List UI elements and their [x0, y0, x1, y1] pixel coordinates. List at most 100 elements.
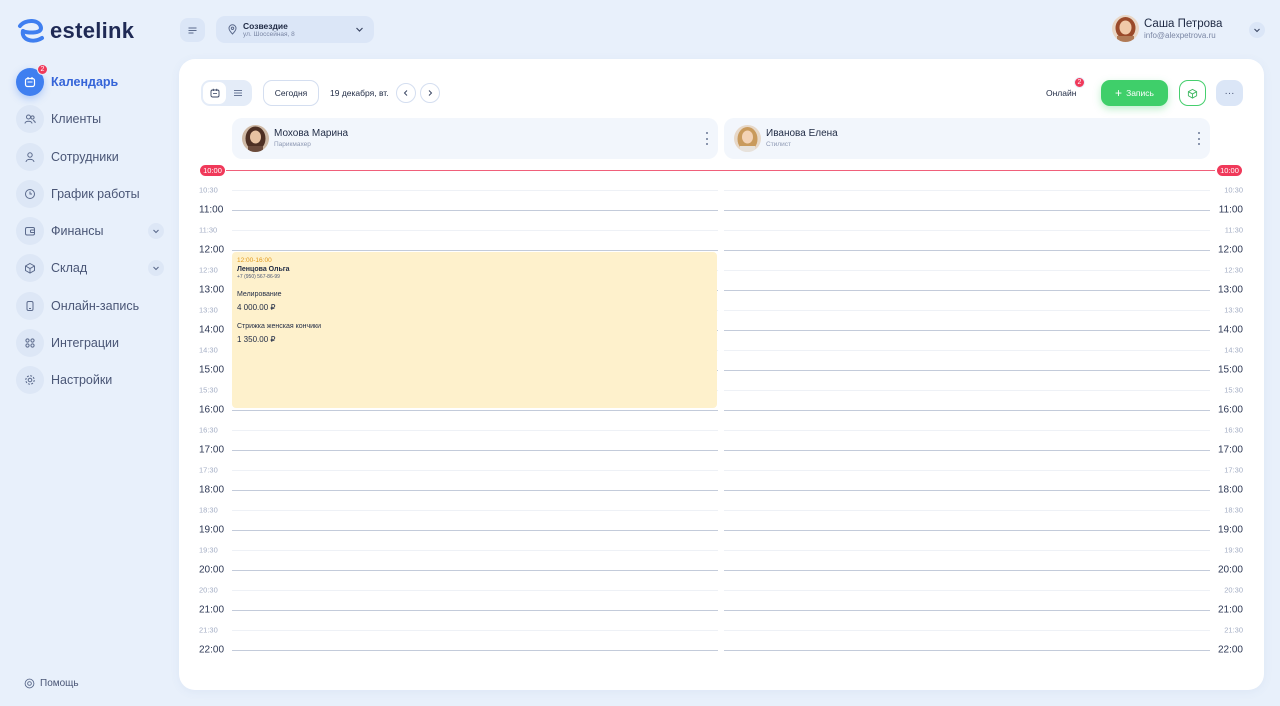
time-label: 11:00	[199, 204, 224, 216]
kebab-menu-icon[interactable]	[1196, 132, 1202, 145]
time-label: 17:30	[1224, 465, 1243, 475]
plus-icon: +	[1115, 86, 1123, 100]
time-label: 19:30	[199, 545, 218, 555]
time-label: 21:30	[199, 625, 218, 635]
current-time-tag-left: 10:00	[200, 165, 225, 176]
list-view-button[interactable]	[226, 82, 249, 104]
more-options-button[interactable]: ···	[1216, 80, 1243, 106]
time-slot-line	[724, 390, 1210, 391]
sidebar-item-label: Финансы	[51, 224, 104, 239]
warehouse-button[interactable]	[1179, 80, 1206, 106]
current-time-tag-right: 10:00	[1217, 165, 1242, 176]
appointment-service: Стрижка женская кончики	[237, 323, 322, 330]
sidebar-item-label: Клиенты	[51, 112, 102, 127]
time-slot-line	[724, 410, 1210, 411]
time-slot-line	[232, 530, 718, 531]
time-slot-line	[724, 510, 1210, 511]
time-label: 15:00	[1217, 364, 1243, 376]
sidebar-item-label: Онлайн-запись	[51, 298, 140, 313]
time-slot-line	[232, 210, 718, 211]
time-label: 14:30	[199, 345, 218, 355]
sidebar-item-online-booking[interactable]: Онлайн-запись	[16, 291, 164, 320]
time-label: 20:00	[199, 564, 225, 576]
staff-role: Парикмахер	[274, 141, 311, 148]
sidebar-item-calendar[interactable]: 2 Календарь	[16, 64, 164, 96]
time-label: 20:00	[1217, 564, 1243, 576]
time-slot-line	[724, 230, 1210, 231]
location-name: Созвездие	[243, 20, 288, 31]
user-icon	[16, 142, 44, 171]
chevron-down-icon[interactable]	[148, 223, 164, 240]
time-slot-line	[232, 650, 718, 651]
time-slot-line	[232, 550, 718, 551]
wallet-icon	[16, 217, 44, 246]
staff-column-header[interactable]: Иванова Елена Стилист	[724, 118, 1210, 159]
sidebar-item-employees[interactable]: Сотрудники	[16, 142, 164, 171]
time-label: 12:00	[1217, 244, 1243, 256]
time-label: 11:00	[1218, 204, 1243, 216]
sidebar-item-settings[interactable]: Настройки	[16, 366, 164, 395]
staff-name: Мохова Марина	[274, 128, 349, 139]
time-slot-line	[232, 250, 718, 251]
time-slot-line	[724, 430, 1210, 431]
time-label: 15:30	[1224, 385, 1243, 395]
time-label: 19:00	[199, 524, 225, 536]
help-icon	[24, 678, 35, 689]
time-slot-line	[232, 430, 718, 431]
calendar-badge: 2	[37, 64, 48, 75]
today-button[interactable]: Сегодня	[263, 80, 319, 106]
current-date: 19 декабря, вт.	[330, 88, 389, 98]
staff-role: Стилист	[766, 141, 791, 148]
time-label: 13:00	[199, 284, 225, 296]
time-label: 15:30	[199, 385, 218, 395]
time-slot-line	[232, 630, 718, 631]
next-day-button[interactable]	[420, 83, 440, 103]
time-label: 17:00	[1217, 444, 1243, 456]
staff-column-header[interactable]: Мохова Марина Парикмахер	[232, 118, 718, 159]
calendar-view-button[interactable]	[203, 82, 226, 104]
sidebar-item-warehouse[interactable]: Склад	[16, 254, 164, 283]
logo[interactable]: estelink	[16, 16, 134, 46]
sidebar-item-label: Склад	[51, 261, 88, 276]
chevron-down-icon[interactable]	[148, 260, 164, 277]
location-selector[interactable]: Созвездие ул. Шоссейная, 8	[216, 16, 374, 43]
time-label: 13:00	[1217, 284, 1243, 296]
avatar	[242, 125, 269, 152]
add-appointment-button[interactable]: + Запись	[1101, 80, 1168, 106]
help-link[interactable]: Помощь	[24, 678, 79, 689]
appointment-price: 1 350.00 ₽	[237, 335, 276, 344]
time-slot-line	[724, 370, 1210, 371]
sidebar-item-clients[interactable]: Клиенты	[16, 105, 164, 134]
time-label: 11:30	[1224, 225, 1243, 235]
time-label: 13:30	[199, 305, 218, 315]
sidebar-item-label: Сотрудники	[51, 149, 119, 164]
menu-icon	[188, 27, 197, 33]
time-label: 19:30	[1224, 545, 1243, 555]
online-bookings-link[interactable]: Онлайн	[1046, 88, 1076, 98]
brand-name: estelink	[50, 18, 135, 43]
time-label: 14:30	[1224, 345, 1243, 355]
time-label: 16:30	[199, 425, 218, 435]
time-slot-line	[232, 490, 718, 491]
prev-day-button[interactable]	[396, 83, 416, 103]
time-slot-line	[232, 410, 718, 411]
kebab-menu-icon[interactable]	[704, 132, 710, 145]
time-label: 10:30	[1224, 185, 1243, 195]
time-label: 16:00	[1217, 404, 1243, 416]
sidebar-item-label: Интеграции	[51, 336, 120, 351]
user-name: Саша Петрова	[1144, 17, 1223, 30]
time-slot-line	[232, 450, 718, 451]
time-slot-line	[724, 490, 1210, 491]
appointment-card[interactable]: 12:00-16:00 Ленцова Ольга +7 (950) 567-8…	[232, 252, 717, 408]
time-label: 12:30	[1224, 265, 1243, 275]
menu-toggle-button[interactable]	[180, 18, 205, 42]
users-icon	[16, 105, 44, 134]
user-menu-button[interactable]	[1249, 22, 1265, 38]
sidebar-item-schedule[interactable]: График работы	[16, 179, 164, 208]
sidebar-item-finance[interactable]: Финансы	[16, 217, 164, 246]
user-profile[interactable]: Саша Петрова info@alexpetrova.ru	[1112, 15, 1222, 42]
sidebar-item-integrations[interactable]: Интеграции	[16, 329, 164, 358]
time-slot-line	[724, 550, 1210, 551]
time-label: 20:30	[1224, 585, 1243, 595]
sidebar-nav: 2 Календарь Клиенты Сотрудники График ра…	[16, 64, 164, 404]
